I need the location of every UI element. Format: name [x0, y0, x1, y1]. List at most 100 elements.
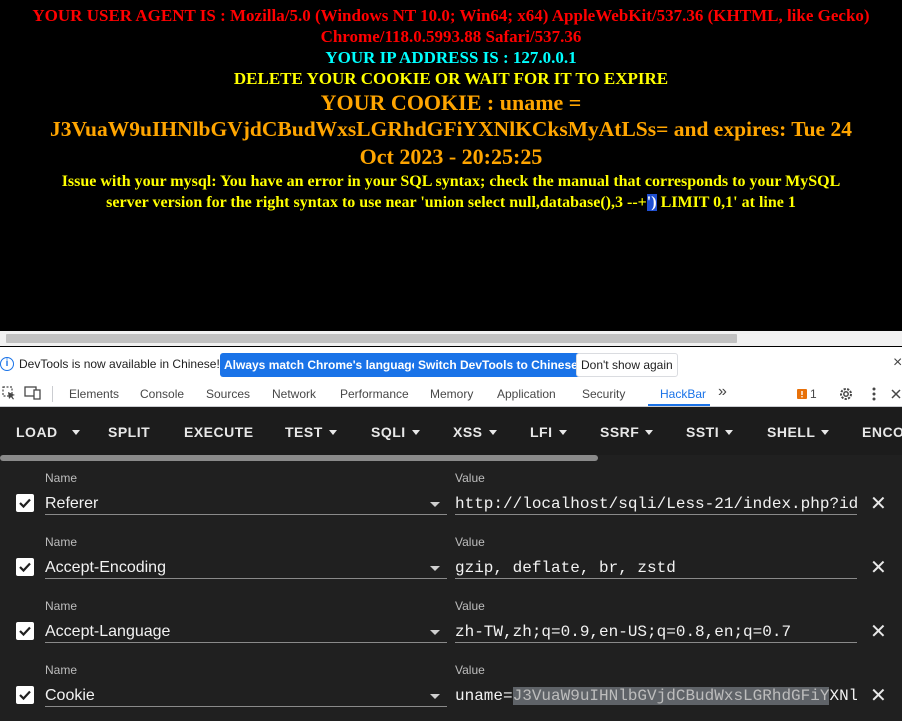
sqli-menu[interactable]: SQLI [371, 424, 420, 440]
header-name-input[interactable]: Accept-Language [45, 621, 447, 643]
cookie-line-2: J3VuaW9uIHNlbGVjdCBudWxsLGRhdGFiYXNlKCks… [50, 117, 852, 141]
more-tabs-icon[interactable]: » [718, 383, 727, 401]
execute-button[interactable]: EXECUTE [184, 424, 254, 440]
header-row: Name Referer Value http://localhost/sqli… [0, 463, 902, 527]
value-label: Value [455, 663, 485, 677]
switch-to-chinese-button[interactable]: Switch DevTools to Chinese [414, 353, 582, 377]
cookie-line-1: YOUR COOKIE : uname = [320, 90, 582, 115]
shell-label: SHELL [767, 424, 816, 440]
remove-header-icon[interactable]: ✕ [870, 619, 887, 643]
name-label: Name [45, 535, 78, 549]
close-devtools-icon[interactable] [890, 388, 902, 400]
tab-hackbar[interactable]: HackBar [660, 387, 706, 401]
lfi-menu[interactable]: LFI [530, 424, 567, 440]
header-value-input[interactable]: zh-TW,zh;q=0.9,en-US;q=0.8,en;q=0.7 [455, 621, 857, 643]
tab-memory[interactable]: Memory [430, 387, 473, 401]
header-name-dropdown-icon[interactable] [430, 502, 440, 507]
cookie-line-3: Oct 2023 - 20:25:25 [359, 144, 543, 169]
ssrf-caret-icon [645, 429, 654, 435]
header-row: Name Cookie Value uname=J3VuaW9uIHNlbGVj… [0, 655, 902, 719]
encoding-menu[interactable]: ENCO [862, 424, 902, 440]
header-value-input[interactable]: uname=J3VuaW9uIHNlbGVjdCBudWxsLGRhdGFiYX… [455, 685, 857, 707]
header-value-input[interactable]: http://localhost/sqli/Less-21/index.php?… [455, 493, 857, 515]
tab-performance[interactable]: Performance [340, 387, 409, 401]
header-name-input[interactable]: Referer [45, 493, 447, 515]
header-enabled-checkbox[interactable] [16, 494, 34, 512]
ssti-caret-icon [725, 429, 734, 435]
ssti-label: SSTI [686, 424, 720, 440]
header-row: Name Accept-Language Value zh-TW,zh;q=0.… [0, 591, 902, 655]
remove-header-icon[interactable]: ✕ [870, 491, 887, 515]
load-button[interactable]: LOAD [16, 424, 58, 440]
checkmark-icon [19, 562, 31, 573]
close-notice-icon[interactable]: × [893, 354, 902, 372]
xss-menu[interactable]: XSS [453, 424, 497, 440]
header-enabled-checkbox[interactable] [16, 686, 34, 704]
ssrf-menu[interactable]: SSRF [600, 424, 654, 440]
split-button[interactable]: SPLIT [108, 424, 150, 440]
remove-header-icon[interactable]: ✕ [870, 683, 887, 707]
sqli-label: SQLI [371, 424, 406, 440]
hackbar-scrollbar-thumb[interactable] [0, 455, 598, 461]
name-label: Name [45, 599, 78, 613]
cookie-value-prefix: uname= [455, 687, 513, 705]
hackbar-panel: LOAD SPLIT EXECUTE TEST SQLI XSS LFI SSR… [0, 407, 902, 721]
test-caret-icon [328, 429, 337, 435]
header-name-dropdown-icon[interactable] [430, 566, 440, 571]
ssti-menu[interactable]: SSTI [686, 424, 734, 440]
header-enabled-checkbox[interactable] [16, 622, 34, 640]
sql-error-line-2: server version for the right syntax to u… [0, 192, 902, 213]
inspect-element-icon[interactable] [2, 386, 16, 400]
dont-show-again-button[interactable]: Don't show again [576, 353, 678, 377]
value-label: Value [455, 471, 485, 485]
hackbar-toolbar-scrollbar[interactable] [0, 455, 902, 461]
user-agent-line-2: Chrome/118.0.5993.88 Safari/537.36 [320, 27, 582, 46]
tab-network[interactable]: Network [272, 387, 316, 401]
tab-console[interactable]: Console [140, 387, 184, 401]
issues-count[interactable]: 1 [810, 387, 817, 401]
lfi-label: LFI [530, 424, 553, 440]
device-toolbar-icon[interactable] [24, 386, 42, 400]
tab-elements[interactable]: Elements [69, 387, 119, 401]
header-value-input[interactable]: gzip, deflate, br, zstd [455, 557, 857, 579]
value-label: Value [455, 535, 485, 549]
name-label: Name [45, 663, 78, 677]
devtools-language-notice: i DevTools is now available in Chinese! … [0, 347, 902, 381]
issues-flag-icon[interactable] [797, 389, 807, 399]
user-agent-line-1: YOUR USER AGENT IS : Mozilla/5.0 (Window… [32, 6, 870, 25]
tab-application[interactable]: Application [497, 387, 556, 401]
tab-separator [52, 386, 53, 402]
header-name-input[interactable]: Cookie [45, 685, 447, 707]
test-menu[interactable]: TEST [285, 424, 337, 440]
cookie-value-selection: J3VuaW9uIHNlbGVjdCBudWxsLGRhdGFiY [512, 687, 830, 705]
more-options-icon[interactable] [871, 386, 877, 402]
checkmark-icon [19, 626, 31, 637]
ssrf-label: SSRF [600, 424, 640, 440]
active-tab-underline [648, 404, 710, 406]
page-horizontal-scrollbar[interactable] [0, 331, 902, 346]
xss-label: XSS [453, 424, 483, 440]
header-enabled-checkbox[interactable] [16, 558, 34, 576]
name-label: Name [45, 471, 78, 485]
tab-security[interactable]: Security [582, 387, 625, 401]
shell-menu[interactable]: SHELL [767, 424, 830, 440]
load-dropdown-icon[interactable] [72, 424, 80, 440]
info-icon: i [0, 357, 14, 371]
header-name-dropdown-icon[interactable] [430, 630, 440, 635]
devtools-tab-bar: Elements Console Sources Network Perform… [0, 381, 902, 407]
header-name-input[interactable]: Accept-Encoding [45, 557, 447, 579]
sql-error-text-a: server version for the right syntax to u… [106, 194, 647, 211]
sqli-caret-icon [411, 429, 420, 435]
sql-error-text-b: LIMIT 0,1' at line 1 [656, 194, 796, 211]
cookie-value-rest: XNl [829, 687, 857, 705]
checkmark-icon [19, 690, 31, 701]
lfi-caret-icon [558, 429, 567, 435]
header-name-dropdown-icon[interactable] [430, 694, 440, 699]
settings-gear-icon[interactable] [838, 386, 854, 402]
notice-message: DevTools is now available in Chinese! [19, 357, 220, 371]
always-match-language-button[interactable]: Always match Chrome's language [220, 353, 423, 377]
page-scrollbar-thumb[interactable] [6, 334, 737, 343]
sql-error-line-1: Issue with your mysql: You have an error… [61, 173, 841, 190]
tab-sources[interactable]: Sources [206, 387, 250, 401]
remove-header-icon[interactable]: ✕ [870, 555, 887, 579]
